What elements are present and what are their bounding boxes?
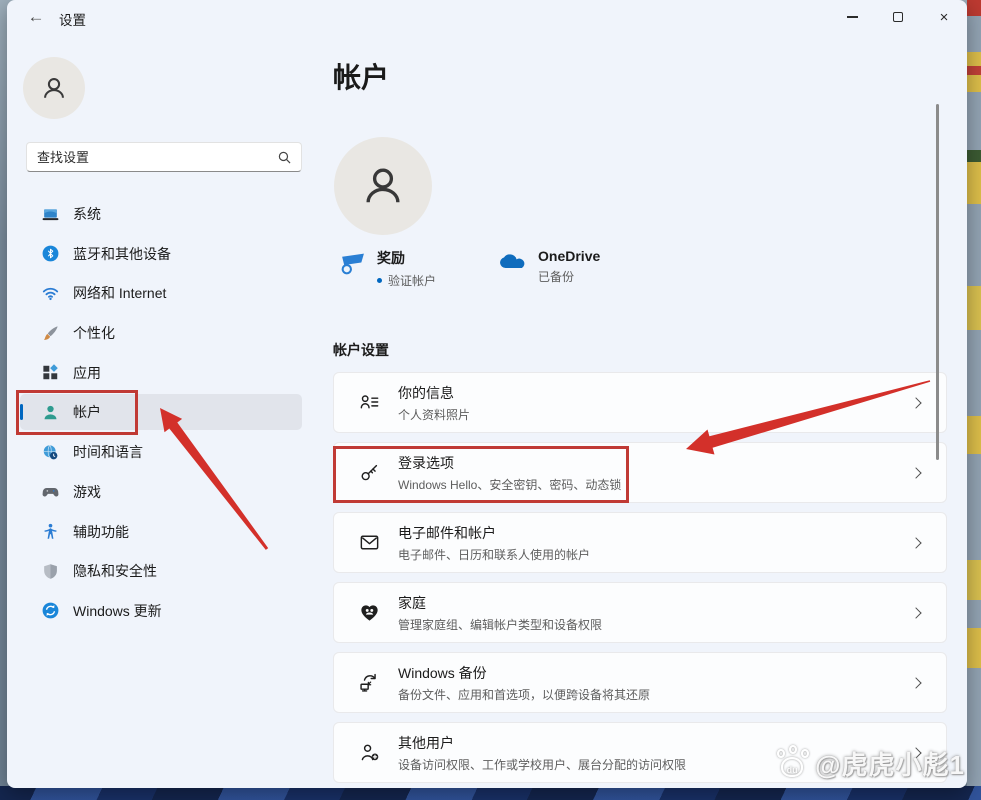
bluetooth-icon xyxy=(40,244,60,264)
back-button[interactable]: ← xyxy=(21,4,51,30)
window-title: 设置 xyxy=(59,9,86,29)
page-title: 帐户 xyxy=(333,56,389,96)
card-family[interactable]: 家庭 管理家庭组、编辑帐户类型和设备权限 xyxy=(333,582,947,643)
desktop-icon-fragment xyxy=(967,66,981,75)
onedrive-badge[interactable]: OneDrive 已备份 xyxy=(498,248,600,289)
account-avatar xyxy=(334,137,432,235)
email-icon xyxy=(357,531,381,555)
shield-icon xyxy=(40,561,60,581)
card-email-accounts[interactable]: 电子邮件和帐户 电子邮件、日历和联系人使用的帐户 xyxy=(333,512,947,573)
close-button[interactable]: × xyxy=(921,0,967,34)
update-sync-icon xyxy=(40,601,60,621)
your-info-icon xyxy=(357,391,381,415)
card-your-info[interactable]: 你的信息 个人资料照片 xyxy=(333,372,947,433)
watermark: du @虎虎小彪1 xyxy=(777,745,965,782)
card-windows-backup[interactable]: Windows 备份 备份文件、应用和首选项，以便跨设备将其还原 xyxy=(333,652,947,713)
gamepad-icon xyxy=(40,482,60,502)
chevron-right-icon xyxy=(910,397,921,408)
annotation-box-sign-in-options xyxy=(333,446,629,503)
desktop-icon-fragment xyxy=(967,560,981,600)
onedrive-status: 已备份 xyxy=(538,268,574,285)
desktop-icon-fragment xyxy=(967,162,981,204)
sidebar-item-apps[interactable]: 应用 xyxy=(20,355,302,391)
minimize-icon xyxy=(847,16,858,17)
settings-search xyxy=(26,142,302,172)
desktop-icon-fragment xyxy=(967,628,981,668)
accessibility-person-icon xyxy=(40,522,60,542)
user-avatar xyxy=(23,57,85,119)
brush-icon xyxy=(40,323,60,343)
globe-clock-icon xyxy=(40,442,60,462)
rewards-ribbon-icon xyxy=(337,250,367,277)
status-dot xyxy=(377,278,382,283)
watermark-text: @虎虎小彪1 xyxy=(815,745,965,782)
rewards-badge[interactable]: 奖励 验证帐户 xyxy=(337,248,436,289)
titlebar: ← 设置 × xyxy=(7,0,967,36)
annotation-box-accounts xyxy=(16,390,138,435)
onedrive-cloud-icon xyxy=(498,250,528,272)
onedrive-title: OneDrive xyxy=(538,248,600,264)
sidebar-item-time-language[interactable]: 时间和语言 xyxy=(20,434,302,470)
rewards-title: 奖励 xyxy=(377,248,436,268)
scrollbar[interactable] xyxy=(936,104,939,460)
desktop-wallpaper-strip xyxy=(0,786,981,800)
desktop-icon-fragment xyxy=(967,286,981,330)
person-icon xyxy=(356,159,410,213)
chevron-right-icon xyxy=(910,467,921,478)
maximize-button[interactable] xyxy=(875,0,921,34)
sidebar-item-personalization[interactable]: 个性化 xyxy=(20,315,302,351)
baidu-paw-icon: du xyxy=(777,747,811,781)
wifi-icon xyxy=(40,283,60,303)
settings-window: ← 设置 × 系统 蓝牙和其他设备 网络和 Internet xyxy=(7,0,967,788)
rewards-status: 验证帐户 xyxy=(388,272,436,289)
sidebar-item-gaming[interactable]: 游戏 xyxy=(20,474,302,510)
close-icon: × xyxy=(940,10,949,25)
maximize-icon xyxy=(893,12,903,22)
sidebar-item-network-internet[interactable]: 网络和 Internet xyxy=(20,275,302,311)
search-icon xyxy=(271,150,297,165)
account-settings-list: 你的信息 个人资料照片 登录选项 Windows Hello、安全密钥、密码、动… xyxy=(333,372,947,788)
desktop-icon-fragment xyxy=(967,416,981,454)
backup-sync-icon xyxy=(357,671,381,695)
sidebar-item-accessibility[interactable]: 辅助功能 xyxy=(20,514,302,550)
person-icon xyxy=(37,71,71,105)
chevron-right-icon xyxy=(910,607,921,618)
sidebar-item-windows-update[interactable]: Windows 更新 xyxy=(20,593,302,629)
desktop-icon-fragment xyxy=(967,0,981,16)
sidebar-item-system[interactable]: 系统 xyxy=(20,196,302,232)
other-users-icon xyxy=(357,741,381,765)
family-heart-icon xyxy=(357,601,381,625)
apps-icon xyxy=(40,363,60,383)
desktop-icon-fragment xyxy=(967,150,981,162)
system-icon xyxy=(40,204,60,224)
chevron-right-icon xyxy=(910,677,921,688)
back-arrow-icon: ← xyxy=(28,7,45,27)
sidebar-item-bluetooth-devices[interactable]: 蓝牙和其他设备 xyxy=(20,236,302,272)
chevron-right-icon xyxy=(910,537,921,548)
search-input[interactable] xyxy=(27,150,271,165)
desktop-edge-right xyxy=(967,0,981,786)
sidebar-item-privacy-security[interactable]: 隐私和安全性 xyxy=(20,553,302,589)
minimize-button[interactable] xyxy=(829,0,875,34)
section-title: 帐户设置 xyxy=(333,340,389,360)
